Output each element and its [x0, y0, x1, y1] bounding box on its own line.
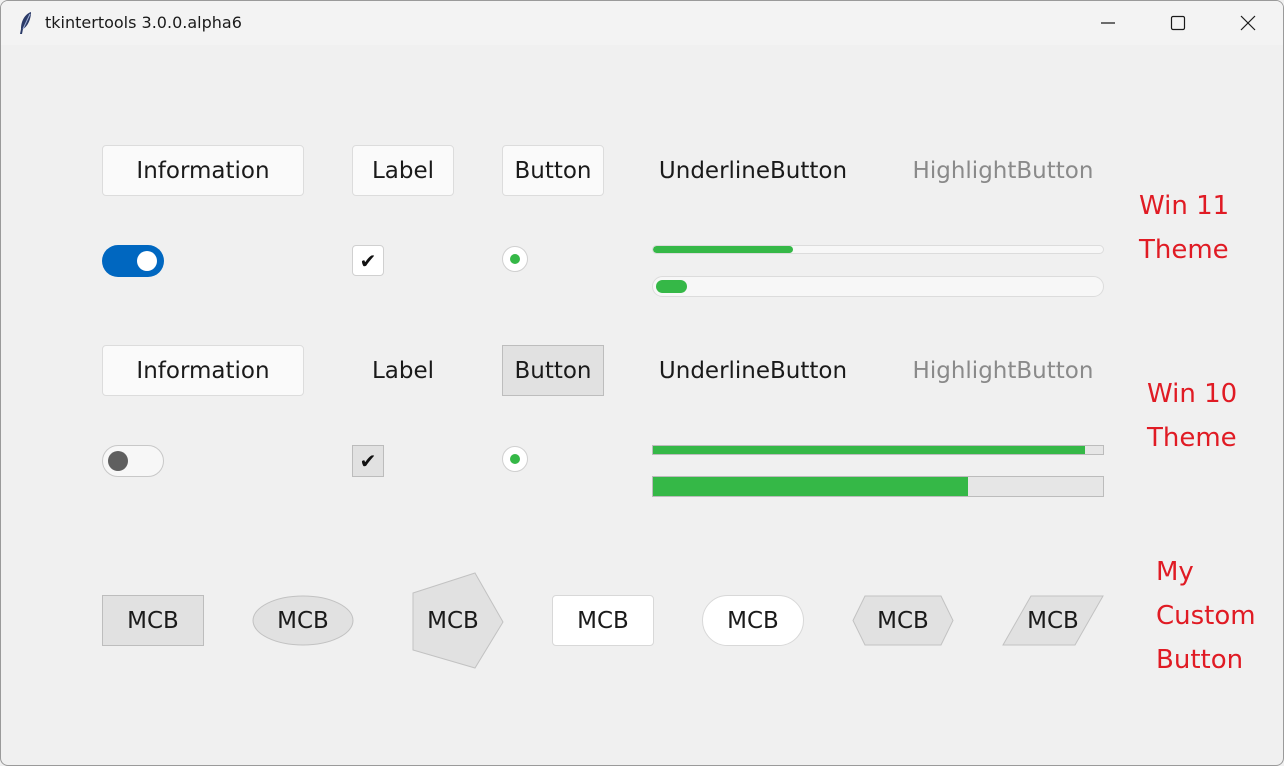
theme-label-custom-line2: Custom	[1156, 601, 1256, 631]
theme-label-custom-line1: My	[1156, 557, 1194, 587]
label-w11-text: Label	[371, 157, 435, 184]
mcb-hexagon-text: MCB	[877, 607, 929, 634]
mcb-oval-text: MCB	[277, 607, 329, 634]
theme-label-custom-line3: Button	[1156, 645, 1244, 675]
progress-thick-w10	[652, 476, 1104, 497]
underline-button-w11-text: UnderlineButton	[658, 157, 848, 184]
progress-thin-w11-fill	[653, 246, 793, 253]
label-w11: Label	[352, 145, 454, 196]
theme-label-win10: Win 10 Theme	[1147, 372, 1237, 460]
label-w10-text: Label	[371, 357, 435, 384]
mcb-white-rect[interactable]: MCB	[552, 595, 654, 646]
maximize-button[interactable]	[1143, 1, 1213, 45]
progress-thin-w10-fill	[653, 446, 1085, 454]
checkbox-w11[interactable]: ✔	[352, 245, 384, 276]
theme-label-win10-line1: Win 10	[1147, 379, 1238, 409]
close-button[interactable]	[1213, 1, 1283, 45]
radio-w11-dot	[510, 254, 520, 264]
mcb-rectangle[interactable]: MCB	[102, 595, 204, 646]
button-w11[interactable]: Button	[502, 145, 604, 196]
mcb-parallelogram[interactable]: MCB	[1002, 595, 1104, 646]
theme-label-win11-line2: Theme	[1139, 235, 1229, 265]
checkbox-w10[interactable]: ✔	[352, 445, 384, 477]
progress-thin-w11	[652, 245, 1104, 254]
switch-w11[interactable]	[102, 245, 164, 277]
highlight-button-w11[interactable]: HighlightButton	[902, 145, 1104, 196]
radio-w10-dot	[510, 454, 520, 464]
maximize-icon	[1170, 15, 1186, 31]
underline-button-w10-text: UnderlineButton	[658, 357, 848, 384]
switch-w10[interactable]	[102, 445, 164, 477]
check-icon: ✔	[359, 248, 377, 273]
underline-button-w11[interactable]: UnderlineButton	[652, 145, 854, 196]
theme-label-win10-line2: Theme	[1147, 423, 1237, 453]
button-w10-text: Button	[514, 357, 592, 384]
mcb-rectangle-text: MCB	[127, 607, 179, 634]
label-w10: Label	[352, 345, 454, 396]
information-w11-text: Information	[136, 157, 270, 184]
theme-label-win11-line1: Win 11	[1139, 191, 1230, 221]
minimize-icon	[1101, 22, 1115, 24]
highlight-button-w10-text: HighlightButton	[912, 357, 1094, 384]
mcb-hexagon[interactable]: MCB	[852, 595, 954, 646]
close-icon	[1240, 15, 1256, 31]
check-icon: ✔	[359, 449, 377, 473]
button-w11-text: Button	[514, 157, 592, 184]
mcb-pentagon[interactable]: MCB	[412, 572, 504, 670]
highlight-button-w11-text: HighlightButton	[912, 157, 1094, 184]
mcb-white-rect-text: MCB	[577, 607, 629, 634]
mcb-pentagon-text: MCB	[427, 608, 479, 634]
progress-thick-w11	[652, 276, 1104, 297]
minimize-button[interactable]	[1073, 1, 1143, 45]
radio-w10[interactable]	[502, 446, 528, 472]
underline-button-w10[interactable]: UnderlineButton	[652, 345, 854, 396]
information-w10: Information	[102, 345, 304, 396]
highlight-button-w10[interactable]: HighlightButton	[902, 345, 1104, 396]
radio-w11[interactable]	[502, 246, 528, 272]
theme-label-win11: Win 11 Theme	[1139, 184, 1229, 272]
app-window: tkintertools 3.0.0.alpha6 Information La…	[0, 0, 1284, 766]
mcb-oval[interactable]: MCB	[252, 595, 354, 646]
title-bar: tkintertools 3.0.0.alpha6	[1, 1, 1283, 45]
progress-thick-w10-fill	[653, 477, 968, 496]
information-w11: Information	[102, 145, 304, 196]
switch-w10-knob	[108, 451, 128, 471]
mcb-pill-text: MCB	[727, 607, 779, 634]
switch-w11-knob	[137, 251, 157, 271]
feather-icon	[20, 12, 31, 34]
mcb-parallelogram-text: MCB	[1027, 607, 1079, 634]
progress-thick-w11-fill	[656, 280, 688, 293]
window-title: tkintertools 3.0.0.alpha6	[45, 13, 242, 32]
information-w10-text: Information	[136, 357, 270, 384]
button-w10[interactable]: Button	[502, 345, 604, 396]
progress-thin-w10	[652, 445, 1104, 455]
theme-label-custom: My Custom Button	[1156, 550, 1256, 682]
mcb-pill[interactable]: MCB	[702, 595, 804, 646]
